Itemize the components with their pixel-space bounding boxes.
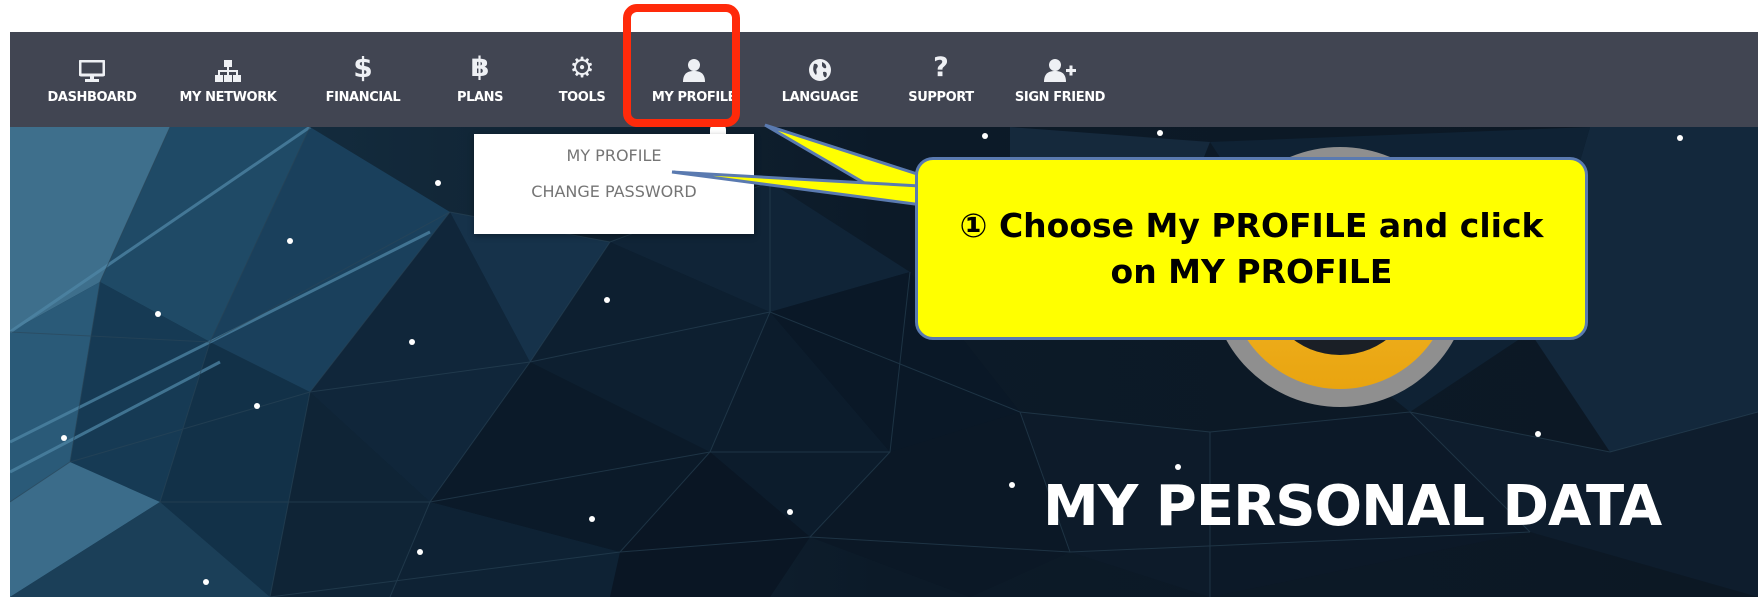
callout-text: ① Choose My PROFILE and click on MY PROF… — [959, 205, 1544, 291]
instruction-callout: ① Choose My PROFILE and click on MY PROF… — [915, 157, 1588, 340]
